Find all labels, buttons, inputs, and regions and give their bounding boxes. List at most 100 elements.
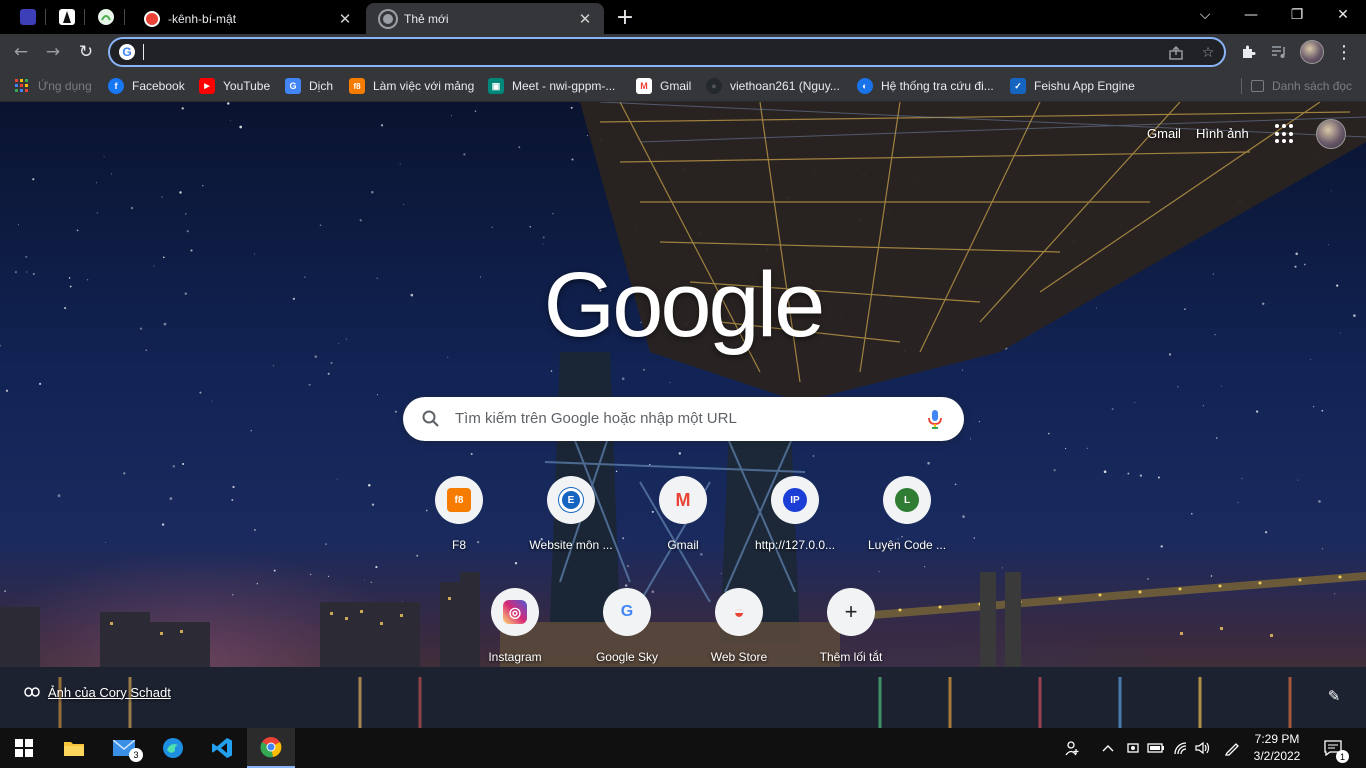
pinned-tab-3[interactable]: [91, 4, 121, 30]
system-clock[interactable]: 7:29 PM 3/2/2022: [1252, 731, 1302, 765]
pinned-tab-1[interactable]: [13, 4, 43, 30]
bookmark-youtube[interactable]: ▶ YouTube: [199, 75, 270, 97]
chrome-menu-icon[interactable]: ⋮: [1332, 40, 1356, 64]
shortcut-f8[interactable]: f8 F8: [403, 476, 515, 576]
tab-separator: [124, 9, 125, 25]
search-icon: [422, 410, 439, 427]
attribution-text: Ảnh của Cory Schadt: [48, 684, 171, 700]
tab-new-tab[interactable]: Thẻ mới ✕: [366, 3, 604, 34]
google-apps-icon[interactable]: [1275, 124, 1295, 144]
bookmark-lookup-system[interactable]: ◐ Hệ thống tra cứu đi...: [857, 75, 994, 97]
shortcut-icon-circle: E: [547, 476, 595, 524]
shortcut-gmail[interactable]: M Gmail: [627, 476, 739, 576]
address-bar[interactable]: G ☆: [108, 37, 1226, 67]
globe-icon: ◐: [857, 78, 873, 94]
shortcut-label: http://127.0.0...: [754, 538, 836, 552]
restore-button[interactable]: ❐: [1274, 0, 1320, 30]
extensions-puzzle-icon[interactable]: [1236, 40, 1260, 64]
bookmark-translate[interactable]: G Dịch: [285, 75, 333, 97]
chrome-taskbar-button[interactable]: [247, 728, 295, 768]
tab-strip: -kênh-bí-mật ✕ Thẻ mới ✕ + ⌵ — ❐ ✕: [0, 0, 1366, 34]
bookmark-star-icon[interactable]: ☆: [1198, 43, 1218, 63]
customize-pencil-icon[interactable]: ✎: [1322, 684, 1346, 708]
share-icon[interactable]: [1166, 43, 1186, 63]
start-button[interactable]: [0, 728, 48, 768]
bookmark-separator: [1241, 78, 1242, 94]
show-hidden-icons-chevron[interactable]: [1098, 738, 1118, 758]
tab-title: Thẻ mới: [404, 11, 449, 26]
shortcut-icon-circle: ◒: [715, 588, 763, 636]
minimize-button[interactable]: —: [1228, 0, 1274, 30]
facebook-icon: f: [108, 78, 124, 94]
photo-attribution[interactable]: Ảnh của Cory Schadt: [24, 684, 171, 700]
bookmarks-bar: Ứng dụng f Facebook ▶ YouTube G Dịch f8 …: [0, 70, 1366, 102]
reading-list-button[interactable]: Danh sách đọc: [1251, 75, 1352, 97]
tab-search-dropdown-icon[interactable]: ⌵: [1182, 0, 1228, 30]
file-explorer-button[interactable]: [50, 728, 98, 768]
wifi-icon[interactable]: [1171, 738, 1191, 758]
google-icon: G: [620, 603, 634, 620]
gmail-link[interactable]: Gmail: [1147, 126, 1181, 141]
shortcut-label: Luyện Code ...: [867, 538, 947, 552]
tab-close-icon[interactable]: ✕: [576, 10, 594, 28]
chrome-icon: [380, 10, 396, 27]
shortcut-localhost[interactable]: IP http://127.0.0...: [739, 476, 851, 576]
bookmark-label: Gmail: [660, 79, 692, 93]
shortcut-google-sky[interactable]: G Google Sky: [571, 588, 683, 688]
back-button[interactable]: ←: [8, 39, 34, 65]
google-logo: Google: [543, 254, 826, 356]
github-icon: ●: [706, 78, 722, 94]
tab-kenh-bi-mat[interactable]: -kênh-bí-mật ✕: [130, 3, 364, 34]
shortcut-instagram[interactable]: ◎ Instagram: [459, 588, 571, 688]
meet-now-icon[interactable]: [1123, 738, 1143, 758]
new-tab-button[interactable]: +: [603, 2, 647, 32]
tab-separator: [45, 9, 46, 25]
battery-icon[interactable]: [1146, 738, 1166, 758]
apps-grid-icon: [14, 78, 30, 94]
feishu-icon: ✓: [1010, 78, 1026, 94]
shortcut-label: Instagram: [488, 650, 542, 664]
mail-button[interactable]: 3: [100, 728, 148, 768]
meet-icon: ▣: [488, 78, 504, 94]
tab-close-icon[interactable]: ✕: [336, 10, 354, 28]
pinned-app-icon: [20, 9, 36, 25]
voice-search-icon[interactable]: [925, 408, 945, 430]
bookmark-f8-arrays[interactable]: f8 Làm việc với mảng: [349, 75, 474, 97]
bookmark-facebook[interactable]: f Facebook: [108, 75, 185, 97]
recording-icon: [144, 10, 160, 27]
new-tab-page: Gmail Hình ảnh Google Tìm kiếm trên Goog…: [0, 102, 1366, 728]
bookmark-label: Làm việc với mảng: [373, 79, 475, 93]
bookmark-label: Hệ thống tra cứu đi...: [881, 79, 994, 93]
bookmark-label: Ứng dụng: [38, 79, 92, 93]
bookmark-gmail[interactable]: M Gmail: [636, 75, 691, 97]
f8-icon: f8: [447, 488, 471, 512]
bookmark-apps[interactable]: Ứng dụng: [14, 75, 92, 97]
reload-button[interactable]: ↻: [73, 39, 99, 65]
notification-count-badge: 1: [1336, 750, 1349, 763]
bookmark-label: Facebook: [132, 79, 185, 93]
shortcut-luyen-code[interactable]: L Luyện Code ...: [851, 476, 963, 576]
people-icon[interactable]: [1063, 738, 1083, 758]
tab-separator: [84, 9, 85, 25]
close-window-button[interactable]: ✕: [1320, 0, 1366, 30]
images-link[interactable]: Hình ảnh: [1196, 126, 1249, 141]
shortcut-website-mon[interactable]: E Website môn ...: [515, 476, 627, 576]
pinned-tab-2[interactable]: [52, 4, 82, 30]
bookmark-meet[interactable]: ▣ Meet - nwi-gppm-...: [488, 75, 615, 97]
volume-icon[interactable]: [1193, 738, 1213, 758]
edge-button[interactable]: [149, 728, 197, 768]
pen-workspace-icon[interactable]: [1222, 738, 1242, 758]
bookmark-feishu[interactable]: ✓ Feishu App Engine: [1010, 75, 1135, 97]
forward-button[interactable]: →: [40, 39, 66, 65]
shortcut-web-store[interactable]: ◒ Web Store: [683, 588, 795, 688]
add-shortcut-button[interactable]: + Thêm lối tắt: [795, 588, 907, 688]
shortcut-label: Thêm lối tắt: [819, 650, 883, 664]
profile-avatar[interactable]: [1300, 40, 1324, 64]
search-box[interactable]: Tìm kiếm trên Google hoặc nhập một URL: [403, 397, 964, 441]
shortcut-label: Website môn ...: [529, 538, 613, 552]
bookmark-github[interactable]: ● viethoan261 (Nguy...: [706, 75, 840, 97]
letter-l-icon: L: [895, 488, 919, 512]
account-avatar[interactable]: [1316, 119, 1346, 149]
media-control-icon[interactable]: [1267, 40, 1291, 64]
vscode-button[interactable]: [198, 728, 246, 768]
